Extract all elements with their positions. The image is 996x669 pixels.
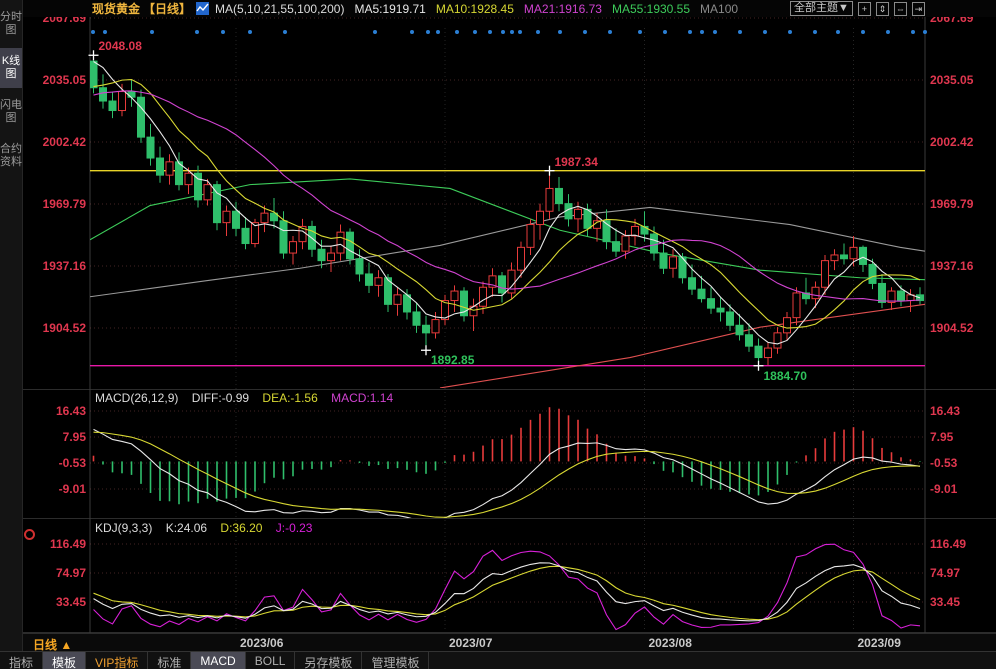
tab-管理模板[interactable]: 管理模板: [362, 652, 429, 669]
price-annotation: 1987.34: [555, 155, 598, 169]
price-axis-label-left: 1904.52: [24, 321, 86, 335]
chart-icon: [196, 2, 209, 15]
kdj-header: KDJ(9,3,3) K:24.06 D:36.20 J:-0.23: [95, 521, 322, 535]
tab-指标[interactable]: 指标: [0, 652, 43, 669]
left-sidebar: 分时图 K线图闪电图合约资料: [0, 0, 23, 651]
ma-legend-item: MA55:1930.55: [612, 2, 690, 16]
move-icon[interactable]: +: [858, 2, 871, 16]
price-axis-label-right: 2002.42: [930, 135, 973, 149]
price-annotation: 2048.08: [99, 39, 142, 53]
price-axis-label-left: 1969.79: [24, 197, 86, 211]
macd-axis-label-right: 16.43: [930, 404, 960, 418]
kdj-d-value: D:36.20: [220, 521, 262, 535]
macd-axis-label-left: 16.43: [24, 404, 86, 418]
date-label: 2023/06: [240, 636, 283, 650]
price-axis-label-left: 2002.42: [24, 135, 86, 149]
tab-标准[interactable]: 标准: [148, 652, 191, 669]
price-axis-label-right: 1937.16: [930, 259, 973, 273]
kdj-axis-label-right: 74.97: [930, 566, 960, 580]
bottom-tab-bar: 指标模板VIP指标标准MACDBOLL另存模板管理模板: [0, 651, 996, 669]
macd-diff-value: DIFF:-0.99: [192, 391, 249, 405]
macd-axis-label-right: 7.95: [930, 430, 953, 444]
kdj-axis-label-left: 116.49: [24, 537, 86, 551]
macd-dea-value: DEA:-1.56: [262, 391, 317, 405]
kdj-axis-label-right: 33.45: [930, 595, 960, 609]
kline-app: { "header": { "symbol": "现货黄金", "period"…: [0, 0, 996, 669]
scale-x-icon[interactable]: ⇔: [894, 2, 907, 16]
kdj-axis-label-left: 74.97: [24, 566, 86, 580]
kdj-k-value: K:24.06: [166, 521, 207, 535]
top-toolbar: 全部主题▼ + ⇕ ⇔ ⇥: [790, 1, 925, 16]
chart-canvas[interactable]: [0, 0, 996, 669]
ma-params: MA(5,10,21,55,100,200): [215, 2, 344, 16]
ma-legend-item: MA5:1919.71: [354, 2, 425, 16]
price-axis-label-left: 2035.05: [24, 73, 86, 87]
kdj-j-value: J:-0.23: [276, 521, 313, 535]
date-label: 2023/09: [858, 636, 901, 650]
sidebar-item-1[interactable]: K线图: [0, 48, 22, 88]
symbol-name: 现货黄金: [92, 0, 140, 17]
macd-title: MACD(26,12,9): [95, 391, 178, 405]
kdj-panel-marker-icon[interactable]: [24, 529, 35, 540]
macd-value: MACD:1.14: [331, 391, 393, 405]
sidebar-item-0[interactable]: 分时图: [0, 4, 22, 44]
time-axis-row: 日线 ▲ 2023/062023/072023/082023/09: [0, 633, 996, 652]
price-axis-label-right: 2035.05: [930, 73, 973, 87]
kdj-axis-label-right: 116.49: [930, 537, 966, 551]
ma-legend-item: MA21:1916.73: [524, 2, 602, 16]
ma-legend-item: MA10:1928.45: [436, 2, 514, 16]
period-label: 【日线】: [143, 0, 191, 17]
macd-header: MACD(26,12,9) DIFF:-0.99 DEA:-1.56 MACD:…: [95, 391, 403, 405]
price-annotation: 1884.70: [764, 369, 807, 383]
collapse-panel-icon[interactable]: ⇥: [912, 2, 925, 16]
price-axis-label-left: 1937.16: [24, 259, 86, 273]
kdj-title: KDJ(9,3,3): [95, 521, 152, 535]
tab-MACD[interactable]: MACD: [191, 652, 245, 669]
price-annotation: 1892.85: [431, 353, 474, 367]
tab-另存模板[interactable]: 另存模板: [295, 652, 362, 669]
date-label: 2023/08: [649, 636, 692, 650]
tab-模板[interactable]: 模板: [43, 652, 86, 669]
macd-axis-label-left: -9.01: [24, 482, 86, 496]
price-axis-label-right: 1904.52: [930, 321, 973, 335]
price-axis-label-right: 1969.79: [930, 197, 973, 211]
tab-BOLL[interactable]: BOLL: [246, 652, 296, 669]
date-label: 2023/07: [449, 636, 492, 650]
sidebar-item-3[interactable]: 合约资料: [0, 136, 22, 176]
macd-axis-label-left: -0.53: [24, 456, 86, 470]
theme-select-button[interactable]: 全部主题▼: [790, 1, 853, 16]
sidebar-item-2[interactable]: 闪电图: [0, 92, 22, 132]
macd-axis-label-right: -9.01: [930, 482, 957, 496]
scale-y-icon[interactable]: ⇕: [876, 2, 889, 16]
tab-VIP指标[interactable]: VIP指标: [86, 652, 148, 669]
kdj-axis-label-left: 33.45: [24, 595, 86, 609]
ma-legend: MA5:1919.71 MA10:1928.45 MA21:1916.73 MA55:…: [344, 0, 738, 18]
ma-legend-item: MA100: [700, 2, 738, 16]
macd-axis-label-left: 7.95: [24, 430, 86, 444]
macd-axis-label-right: -0.53: [930, 456, 957, 470]
